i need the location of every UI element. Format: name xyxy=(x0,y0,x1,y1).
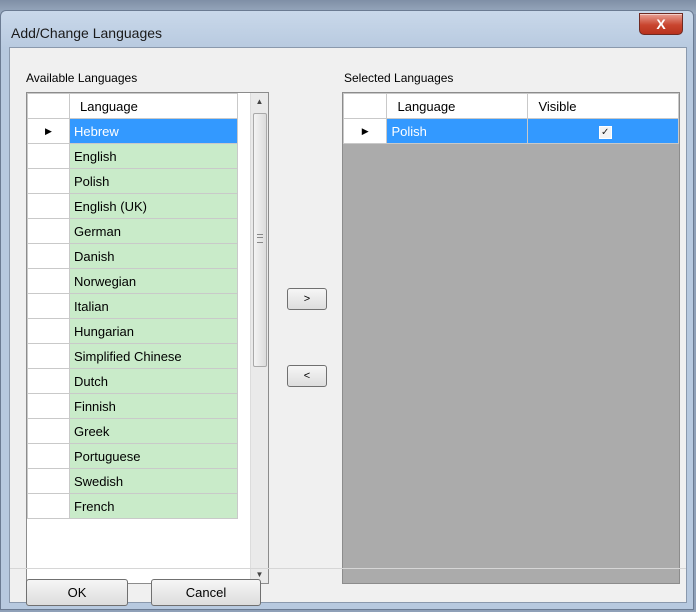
column-header-visible[interactable]: Visible xyxy=(527,93,679,119)
language-cell[interactable]: Finnish xyxy=(69,393,238,419)
row-header[interactable] xyxy=(27,143,70,169)
language-cell[interactable]: Norwegian xyxy=(69,268,238,294)
list-item[interactable]: French xyxy=(27,493,238,519)
language-cell[interactable]: Dutch xyxy=(69,368,238,394)
column-header-language[interactable]: Language xyxy=(386,93,529,119)
language-cell[interactable]: English (UK) xyxy=(69,193,238,219)
row-header[interactable] xyxy=(27,193,70,219)
list-item[interactable]: Finnish xyxy=(27,393,238,419)
row-header[interactable] xyxy=(27,418,70,444)
language-cell[interactable]: Danish xyxy=(69,243,238,269)
list-item[interactable]: Hungarian xyxy=(27,318,238,344)
list-item[interactable]: Simplified Chinese xyxy=(27,343,238,369)
current-row-arrow-icon[interactable]: ▶ xyxy=(27,118,70,144)
row-header[interactable] xyxy=(27,493,70,519)
available-languages-grid[interactable]: Language ▶ Hebrew English Polish English (UK… xyxy=(26,92,269,584)
language-cell[interactable]: Greek xyxy=(69,418,238,444)
row-header[interactable] xyxy=(27,243,70,269)
list-item[interactable]: Portuguese xyxy=(27,443,238,469)
available-vertical-scrollbar[interactable]: ▲ ▼ xyxy=(250,93,268,583)
row-header[interactable] xyxy=(27,268,70,294)
list-item[interactable]: ▶ Hebrew xyxy=(27,118,238,144)
row-header[interactable] xyxy=(27,218,70,244)
row-header[interactable] xyxy=(27,393,70,419)
row-header[interactable] xyxy=(27,168,70,194)
language-cell[interactable]: Italian xyxy=(69,293,238,319)
list-item[interactable]: German xyxy=(27,218,238,244)
add-language-button[interactable]: > xyxy=(287,288,327,310)
dialog-window: Add/Change Languages X Available Languag… xyxy=(0,10,694,610)
dialog-title: Add/Change Languages xyxy=(11,25,163,41)
selected-languages-table: Language Visible ▶ Polish ✓ xyxy=(343,93,679,144)
list-item[interactable]: Norwegian xyxy=(27,268,238,294)
language-cell[interactable]: Polish xyxy=(386,118,529,144)
list-item[interactable]: English xyxy=(27,143,238,169)
selected-languages-grid[interactable]: Language Visible ▶ Polish ✓ xyxy=(342,92,680,584)
available-languages-label: Available Languages xyxy=(26,71,138,85)
language-cell[interactable]: French xyxy=(69,493,238,519)
row-header[interactable] xyxy=(27,443,70,469)
row-header[interactable] xyxy=(27,468,70,494)
row-header[interactable] xyxy=(27,293,70,319)
list-item[interactable]: Italian xyxy=(27,293,238,319)
footer-separator xyxy=(10,568,686,569)
list-item[interactable]: Polish xyxy=(27,168,238,194)
list-item[interactable]: Greek xyxy=(27,418,238,444)
scroll-up-icon[interactable]: ▲ xyxy=(251,93,268,110)
language-cell[interactable]: English xyxy=(69,143,238,169)
column-header-language[interactable]: Language xyxy=(69,93,238,119)
selected-header-row: Language Visible xyxy=(343,93,679,119)
row-header-corner xyxy=(343,93,388,119)
language-cell[interactable]: Swedish xyxy=(69,468,238,494)
selected-languages-label: Selected Languages xyxy=(344,71,454,85)
remove-language-button[interactable]: < xyxy=(287,365,327,387)
visible-cell: ✓ xyxy=(527,118,679,144)
visible-checkbox[interactable]: ✓ xyxy=(598,126,612,139)
available-header-row: Language xyxy=(27,93,238,119)
row-header[interactable] xyxy=(27,318,70,344)
list-item[interactable]: Swedish xyxy=(27,468,238,494)
ok-button[interactable]: OK xyxy=(26,579,128,606)
available-languages-table: Language ▶ Hebrew English Polish English (UK… xyxy=(27,93,238,519)
language-cell[interactable]: Portuguese xyxy=(69,443,238,469)
language-cell[interactable]: Simplified Chinese xyxy=(69,343,238,369)
list-item[interactable]: Dutch xyxy=(27,368,238,394)
grip-icon xyxy=(257,234,263,243)
current-row-arrow-icon[interactable]: ▶ xyxy=(343,118,388,144)
row-header-corner xyxy=(27,93,70,119)
list-item[interactable]: English (UK) xyxy=(27,193,238,219)
row-header[interactable] xyxy=(27,368,70,394)
language-cell[interactable]: Hungarian xyxy=(69,318,238,344)
dialog-client-area: Available Languages Selected Languages L… xyxy=(9,47,687,606)
language-cell[interactable]: Hebrew xyxy=(69,118,238,144)
language-cell[interactable]: Polish xyxy=(69,168,238,194)
cancel-button[interactable]: Cancel xyxy=(151,579,261,606)
table-row[interactable]: ▶ Polish ✓ xyxy=(343,118,679,144)
close-button[interactable]: X xyxy=(639,13,683,35)
row-header[interactable] xyxy=(27,343,70,369)
language-cell[interactable]: German xyxy=(69,218,238,244)
list-item[interactable]: Danish xyxy=(27,243,238,269)
scroll-thumb[interactable] xyxy=(253,113,267,367)
